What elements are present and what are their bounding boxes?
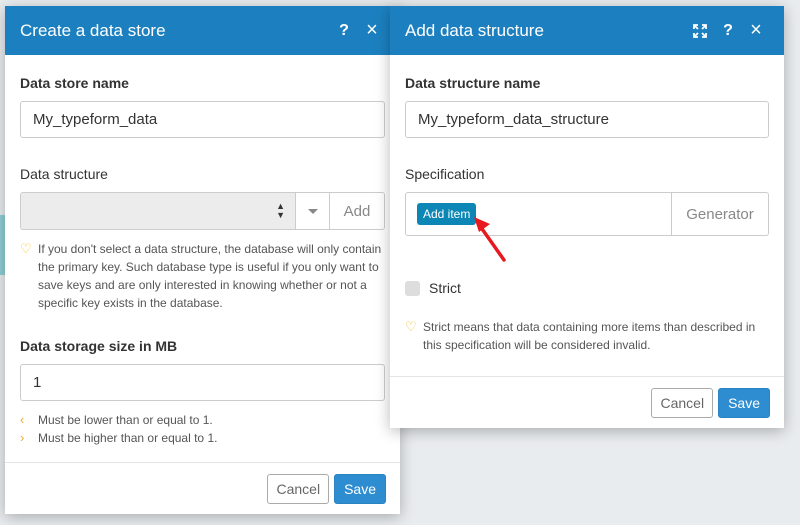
size-rules: ‹ Must be lower than or equal to 1. › Mu… — [20, 411, 385, 447]
structure-hint-text: If you don't select a data structure, th… — [38, 242, 382, 310]
help-icon[interactable]: ? — [714, 22, 742, 40]
specification-label: Specification — [405, 166, 485, 182]
dialog-body: Data structure name Specification Add it… — [390, 75, 784, 354]
structure-select[interactable]: ▲ ▼ — [21, 193, 296, 229]
structure-name-input[interactable] — [405, 101, 769, 138]
size-input[interactable] — [20, 364, 385, 401]
help-icon[interactable]: ? — [330, 22, 358, 40]
rule-lower: ‹ Must be lower than or equal to 1. — [20, 411, 385, 429]
dialog-body: Data store name Data structure ▲▼ Add ♡ … — [5, 75, 400, 447]
add-data-structure-dialog: Add data structure ? × Data structure na… — [390, 6, 784, 428]
strict-label: Strict — [429, 280, 461, 296]
create-data-store-dialog: Create a data store ? × Data store name … — [5, 6, 400, 514]
dialog-title: Create a data store — [20, 20, 166, 40]
add-structure-button[interactable]: Add — [330, 193, 384, 229]
chevron-left-icon: ‹ — [20, 412, 25, 427]
chevron-right-icon: › — [20, 430, 25, 445]
rule-higher: › Must be higher than or equal to 1. — [20, 429, 385, 447]
lightbulb-icon: ♡ — [405, 319, 417, 334]
dialog-footer: Cancel Save — [390, 376, 784, 428]
structure-dropdown-button[interactable] — [296, 193, 330, 229]
cancel-button[interactable]: Cancel — [651, 387, 714, 418]
generator-button[interactable]: Generator — [672, 193, 768, 235]
add-item-button[interactable]: Add item — [417, 203, 477, 225]
dialog-footer: Cancel Save — [5, 462, 400, 514]
structure-select-group: ▲ ▼ Add — [20, 192, 385, 230]
structure-label: Data structure — [20, 166, 108, 182]
structure-hint: ♡ If you don't select a data structure, … — [20, 240, 385, 312]
expand-icon[interactable] — [686, 23, 714, 38]
dialog-header: Create a data store ? × — [5, 6, 400, 55]
rule-higher-text: Must be higher than or equal to 1. — [38, 431, 218, 445]
store-name-input[interactable] — [20, 101, 385, 138]
size-label: Data storage size in MB — [20, 338, 178, 354]
specification-group: Add item Generator — [405, 192, 769, 236]
specification-area: Add item — [406, 193, 672, 235]
save-button[interactable]: Save — [334, 473, 386, 504]
save-button[interactable]: Save — [718, 387, 770, 418]
cancel-button[interactable]: Cancel — [267, 473, 330, 504]
close-icon[interactable]: × — [742, 19, 770, 42]
strict-row: Strict — [405, 280, 769, 296]
dialog-header: Add data structure ? × — [390, 6, 784, 55]
close-icon[interactable]: × — [358, 19, 386, 42]
strict-hint-text: Strict means that data containing more i… — [423, 320, 756, 352]
chevron-down-icon — [307, 208, 318, 214]
structure-name-label: Data structure name — [405, 75, 541, 91]
rule-lower-text: Must be lower than or equal to 1. — [38, 413, 213, 427]
strict-checkbox[interactable] — [405, 280, 420, 296]
strict-hint: ♡ Strict means that data containing more… — [405, 318, 769, 354]
select-arrows-icon: ▲ ▼ — [276, 201, 285, 220]
lightbulb-icon: ♡ — [20, 241, 32, 256]
store-name-label: Data store name — [20, 75, 129, 91]
dialog-title: Add data structure — [405, 20, 544, 40]
